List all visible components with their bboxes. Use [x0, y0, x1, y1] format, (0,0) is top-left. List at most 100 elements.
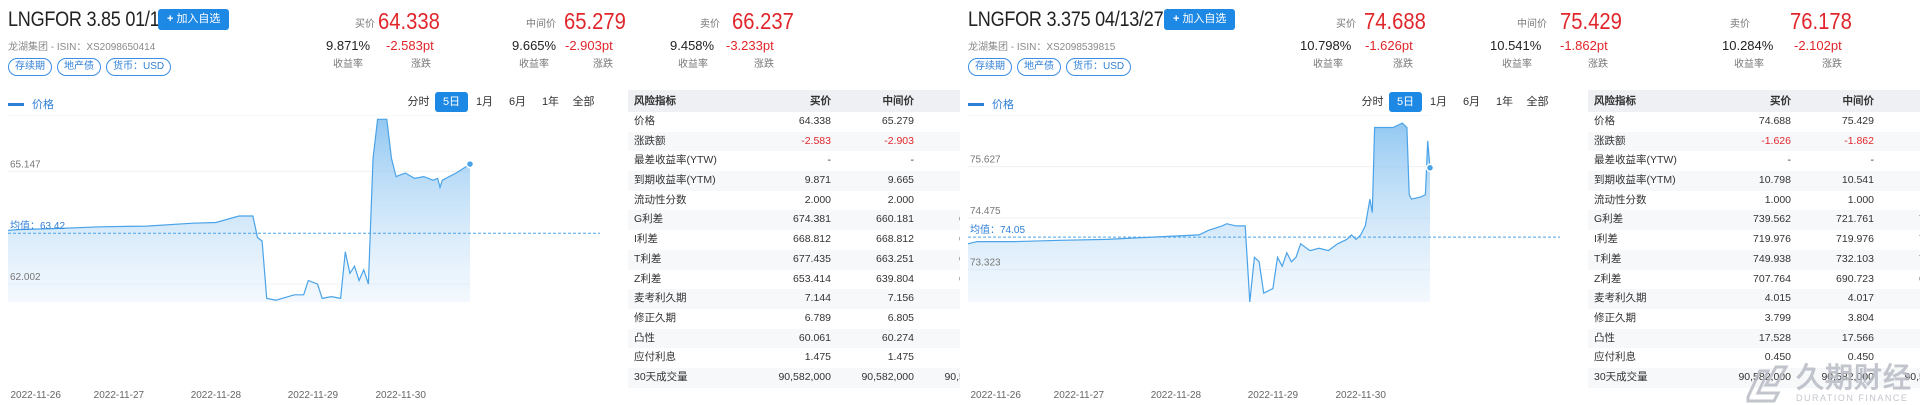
row-value: 6.822 [924, 309, 960, 329]
row-value: 2.000 [804, 193, 831, 206]
chart-legend[interactable]: 价格 [8, 96, 54, 112]
watermark-cn: 久期财经 [1795, 362, 1912, 393]
x-tick-label: 2022-11-27 [1054, 390, 1105, 401]
tag-sector[interactable]: 地产债 [57, 58, 101, 76]
add-watchlist-button[interactable]: + 加入自选 [1164, 9, 1236, 30]
x-tick-label: 2022-11-29 [288, 390, 339, 401]
x-tick-label: 2022-11-30 [375, 390, 426, 401]
tab-6m[interactable]: 6月 [501, 92, 534, 112]
row-value: 17.566 [1841, 331, 1874, 344]
row-value: 732.103 [1836, 252, 1874, 265]
row-value: 65.279 [881, 115, 914, 127]
row-label: 价格 [1594, 115, 1615, 127]
row-label: 应付利息 [1594, 351, 1636, 364]
tab-1y[interactable]: 1年 [534, 92, 567, 112]
row-value: 721.761 [1836, 213, 1874, 226]
plus-icon: + [1173, 13, 1180, 25]
last-price-dot[interactable] [1425, 163, 1435, 173]
table-row: 应付利息 1.475 1.475 1.475 [628, 348, 960, 368]
table-row: 最差收益率(YTW)--- [628, 151, 960, 171]
tab-5d[interactable]: 5日 [1389, 92, 1422, 112]
row-label: 价格 [634, 115, 655, 127]
row-value: -1.862 [1844, 134, 1874, 147]
row-value: 1.000 [1764, 193, 1791, 206]
price-chart[interactable]: 66.720(价格)65.147均值：63.4262.0022022-11-26… [0, 115, 620, 405]
tab-5d[interactable]: 5日 [435, 92, 468, 112]
tab-intraday[interactable]: 分时 [402, 92, 435, 112]
row-label: T利差 [634, 252, 662, 265]
table-row: 麦考利久期 7.144 7.156 7.168 [628, 289, 960, 309]
row-value: 7.144 [804, 292, 831, 305]
tab-intraday[interactable]: 分时 [1356, 92, 1389, 112]
average-label: 均值：63.42 [10, 219, 65, 232]
tag-currency[interactable]: 货币：USD [106, 58, 172, 76]
row-label: 涨跌额 [634, 134, 666, 147]
table-row: Z利差 707.764 690.723 673.668 [1588, 270, 1920, 290]
table-row: G利差 674.381 660.181 645.981 [628, 210, 960, 231]
row-value: 60.061 [798, 331, 831, 344]
table-row: T利差 677.435 663.251 649.067 [628, 249, 960, 270]
y-tick-label: 74.475 [970, 206, 1001, 217]
bid-price: 买价 64.338 [355, 8, 440, 34]
row-value: 4.019 [1884, 289, 1920, 309]
row-value: - [1884, 151, 1920, 171]
table-row: 最差收益率(YTW)--- [1588, 151, 1920, 171]
row-value: 6.805 [887, 311, 914, 324]
row-value: 649.067 [924, 250, 960, 270]
table-row: 价格 64.338 65.279 66.237 [628, 112, 960, 132]
tag-status[interactable]: 存续期 [968, 58, 1012, 76]
tab-1m[interactable]: 1月 [1422, 92, 1455, 112]
tab-1m[interactable]: 1月 [468, 92, 501, 112]
row-value: 90,582,000 [944, 370, 960, 383]
price-chart[interactable]: 76.780(价格)75.62774.475均值：74.0573.3232022… [960, 115, 1580, 405]
row-value: 64.338 [798, 115, 831, 127]
ask-yield: 9.458% 收益率 -3.233pt 涨跌 [670, 38, 774, 70]
row-label: I利差 [1594, 233, 1618, 246]
range-tabs: 分时 5日 1月 6月 1年 全部 [402, 92, 600, 112]
average-label: 均值：74.05 [970, 223, 1025, 236]
row-value: 17.528 [1758, 331, 1791, 344]
tab-all[interactable]: 全部 [567, 92, 600, 112]
mid-price: 中间价 75.429 [1517, 8, 1622, 34]
tag-currency[interactable]: 货币：USD [1066, 58, 1132, 76]
add-watchlist-button[interactable]: + 加入自选 [158, 9, 230, 30]
row-value: 668.812 [924, 230, 960, 250]
tag-list: 存续期 地产债 货币：USD [968, 58, 1132, 76]
bond-title: LNGFOR 3.375 04/13/27 [968, 8, 1164, 31]
row-value: 2.000 [924, 191, 960, 211]
tab-all[interactable]: 全部 [1521, 92, 1554, 112]
row-value: 3.809 [1884, 309, 1920, 329]
tag-status[interactable]: 存续期 [8, 58, 52, 76]
row-value: 74.688 [1758, 115, 1791, 127]
table-header: 风险指标 买价 中间价 卖价 [628, 90, 960, 112]
issuer-isin: 龙湖集团 - ISIN：XS2098650414 [8, 42, 156, 53]
bid-yield: 10.798% 收益率 -1.626pt 涨跌 [1300, 38, 1413, 70]
y-tick-label: 73.323 [970, 258, 1001, 269]
price-area [8, 119, 470, 302]
table-row: T利差 749.938 732.103 714.268 [1588, 249, 1920, 270]
chart-legend[interactable]: 价格 [968, 96, 1014, 112]
row-value: 6.789 [804, 311, 831, 324]
row-value: - [1787, 154, 1792, 167]
y-tick-label: 65.147 [10, 159, 41, 170]
y-tick-label: 62.002 [10, 272, 41, 283]
row-label: 涨跌额 [1594, 134, 1626, 147]
row-value: 10.798 [1758, 174, 1791, 187]
ask-price: 卖价 66.237 [700, 8, 794, 34]
tag-sector[interactable]: 地产债 [1017, 58, 1061, 76]
row-value: 7.168 [924, 289, 960, 309]
tab-1y[interactable]: 1年 [1488, 92, 1521, 112]
row-value: 1.475 [887, 351, 914, 364]
row-label: Z利差 [634, 272, 662, 285]
bond-panel-2: LNGFOR 3.375 04/13/27 + 加入自选 龙湖集团 - ISIN：… [960, 0, 1920, 405]
row-value: 674.381 [793, 213, 831, 226]
mid-price: 中间价 65.279 [526, 8, 626, 34]
table-row: 流动性分数 1.000 1.000 1.000 [1588, 191, 1920, 211]
row-value: 3.804 [1847, 311, 1874, 324]
row-value: -2.583 [801, 134, 831, 147]
row-label: 凸性 [1594, 331, 1615, 344]
row-label: 最差收益率(YTW) [634, 154, 717, 167]
tab-6m[interactable]: 6月 [1455, 92, 1488, 112]
last-price-dot[interactable] [465, 159, 475, 169]
row-value: 10.284 [1884, 171, 1920, 191]
